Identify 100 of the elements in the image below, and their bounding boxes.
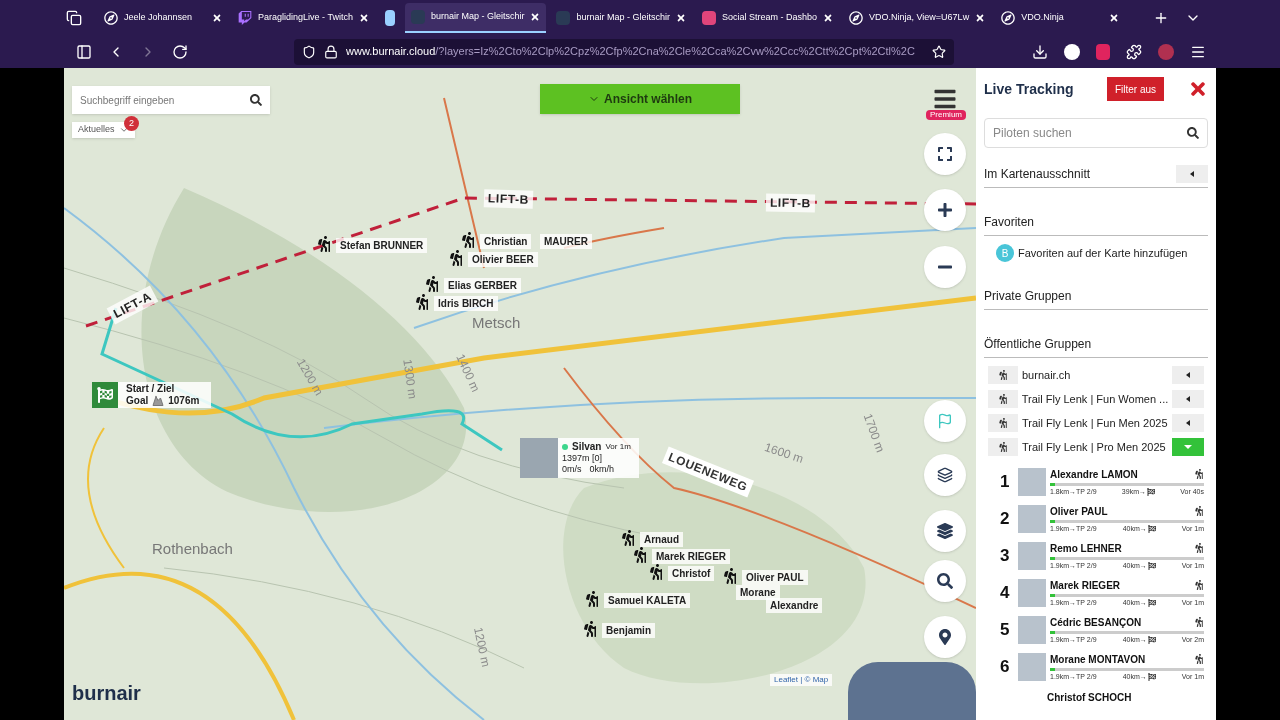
pilot-label[interactable]: Alexandre (766, 598, 823, 613)
tab-title: ParaglidingLive - Twitch (258, 10, 353, 24)
map-label: 1400 m (452, 351, 484, 395)
group-icon (988, 414, 1018, 432)
pilot-label[interactable]: Stefan BRUNNER (336, 238, 428, 253)
pilot-label[interactable]: Benjamin (602, 623, 655, 638)
hiker-icon[interactable] (424, 276, 440, 292)
pilot-label[interactable]: Christian (480, 234, 532, 249)
start-title: Start / Ziel (126, 382, 176, 395)
expand-button[interactable] (1172, 414, 1204, 432)
hiker-icon (1194, 469, 1204, 480)
download-icon[interactable] (1032, 43, 1048, 60)
browser-tab[interactable]: VDO.Ninja, View=U67Lw (843, 2, 992, 33)
start-goal-card[interactable]: Start / Ziel Goal 1076m (92, 382, 212, 408)
pilot-label[interactable]: Arnaud (640, 532, 683, 547)
browser-tab[interactable]: ParaglidingLive - Twitch (232, 2, 375, 33)
hiker-icon[interactable] (414, 294, 430, 310)
group-icon (988, 390, 1018, 408)
close-icon[interactable] (675, 12, 686, 23)
flag-icon (1147, 673, 1156, 681)
pilot-name[interactable]: Morane MONTAVON (1050, 651, 1194, 667)
plus-icon (937, 202, 953, 218)
map-label: Rothenbach (152, 539, 233, 559)
pilot-label[interactable]: Elias GERBER (444, 278, 521, 293)
browser-tab[interactable]: Social Stream - Dashbo (695, 2, 839, 33)
twitch-icon (238, 10, 252, 25)
flag-icon (1146, 488, 1155, 496)
pilot-name[interactable]: Oliver PAUL (1050, 503, 1194, 519)
time-text: Vor 1m (605, 441, 631, 452)
tab-title: Social Stream - Dashbo (721, 10, 817, 24)
pilot-label[interactable]: Christof (668, 566, 715, 581)
reload-icon[interactable] (172, 43, 188, 60)
group-name[interactable]: Trail Fly Lenk | Fun Men 2025 (1022, 414, 1168, 432)
pilot-name[interactable]: Marek RIEGER (1050, 577, 1194, 593)
section-title: Öffentliche Gruppen (984, 335, 1093, 353)
photo-placeholder (1018, 542, 1046, 570)
hiker-icon[interactable] (448, 250, 464, 266)
layers-icon (937, 523, 953, 539)
pilot-label[interactable]: Olivier BEER (468, 252, 538, 267)
collapse-button[interactable] (1176, 164, 1208, 183)
map-drawing[interactable] (64, 68, 976, 720)
browser-tab[interactable]: Jeele Johannsen (98, 2, 228, 33)
group-name[interactable]: Trail Fly Lenk | Fun Women ... (1021, 390, 1169, 408)
favorite-badge: B (996, 244, 1014, 262)
hiker-icon[interactable] (722, 568, 738, 584)
expand-button[interactable] (1172, 366, 1204, 384)
hiker-icon (1194, 617, 1204, 628)
close-icon[interactable] (358, 12, 369, 23)
expand-button[interactable] (1172, 390, 1204, 408)
pilot-search-field[interactable]: Piloten suchen (984, 118, 1208, 148)
browser-tab[interactable]: burnair Map - Gleitschir (550, 2, 692, 33)
rank-number: 6 (1000, 656, 1011, 679)
mountain-icon (152, 395, 165, 408)
search-icon[interactable] (250, 94, 262, 106)
extensions-icon[interactable] (1126, 43, 1142, 60)
hiker-icon[interactable] (648, 564, 664, 580)
pilot-label[interactable]: Marek RIEGER (652, 549, 731, 564)
profile-icon[interactable] (1158, 43, 1174, 60)
pilot-name[interactable]: Cédric BESANÇON (1050, 614, 1194, 630)
close-icon[interactable] (1109, 12, 1120, 23)
pilot-label[interactable]: Samuel KALETA (604, 593, 691, 608)
group-name[interactable]: Trail Fly Lenk | Pro Men 2025 (1022, 438, 1168, 456)
pilot-name[interactable]: Remo LEHNER (1050, 540, 1194, 556)
pilot-label[interactable]: MAURER (540, 234, 592, 249)
hiker-icon[interactable] (460, 232, 476, 248)
pilot-popup[interactable]: Silvan Vor 1m 1397m [0] 0m/s 0km/h (520, 438, 639, 478)
close-icon[interactable] (975, 12, 986, 23)
group-name[interactable]: burnair.ch (1022, 366, 1168, 384)
tab-list-icon[interactable] (66, 9, 82, 26)
pilot-name[interactable]: Christof SCHOCH (1047, 690, 1204, 705)
pilot-label[interactable]: Morane (736, 585, 780, 600)
address-bar[interactable]: www.burnair.cloud/?layers=Iz%2Cto%2Clp%2Cpz%2Cfp%2Cna%2Cle%2Cca%2Cvw%2Ccc%2Ctt%2Cpt%2Ctl%2C (294, 38, 954, 65)
close-icon[interactable] (530, 11, 541, 22)
tab-title: Jeele Johannsen (124, 10, 194, 24)
hiker-icon[interactable] (632, 547, 648, 563)
close-icon[interactable] (823, 12, 833, 23)
pilot-label[interactable]: Oliver PAUL (742, 570, 808, 585)
sidebar-icon[interactable] (76, 43, 92, 60)
hiker-icon[interactable] (584, 591, 600, 607)
view-select-button[interactable]: Ansicht wählen (540, 84, 740, 114)
photo-placeholder (520, 438, 558, 478)
hiker-icon (1194, 543, 1204, 554)
pilot-name[interactable]: Alexandre LAMON (1050, 466, 1194, 482)
search-field[interactable]: Suchbegriff eingeben (72, 86, 270, 114)
search-icon[interactable] (1187, 127, 1199, 139)
pilot-label[interactable]: Idris BIRCH (434, 296, 498, 311)
hiker-icon[interactable] (316, 236, 332, 252)
tab-title: VDO.Ninja (1021, 10, 1065, 24)
filter-button[interactable]: Filter aus (1106, 77, 1164, 101)
group-icon (988, 438, 1018, 456)
close-icon[interactable] (212, 12, 222, 23)
section-title: Favoriten (984, 213, 1036, 231)
hiker-icon[interactable] (620, 530, 636, 546)
group-icon (988, 366, 1018, 384)
browser-tab[interactable]: burnair Map - Gleitschir (404, 2, 547, 33)
browser-tab[interactable]: VDO.Ninja (995, 2, 1126, 33)
hiker-icon[interactable] (582, 621, 598, 637)
photo-placeholder (1018, 579, 1046, 607)
rank-number: 4 (1000, 582, 1011, 605)
bookmark-star-icon[interactable] (932, 44, 946, 59)
